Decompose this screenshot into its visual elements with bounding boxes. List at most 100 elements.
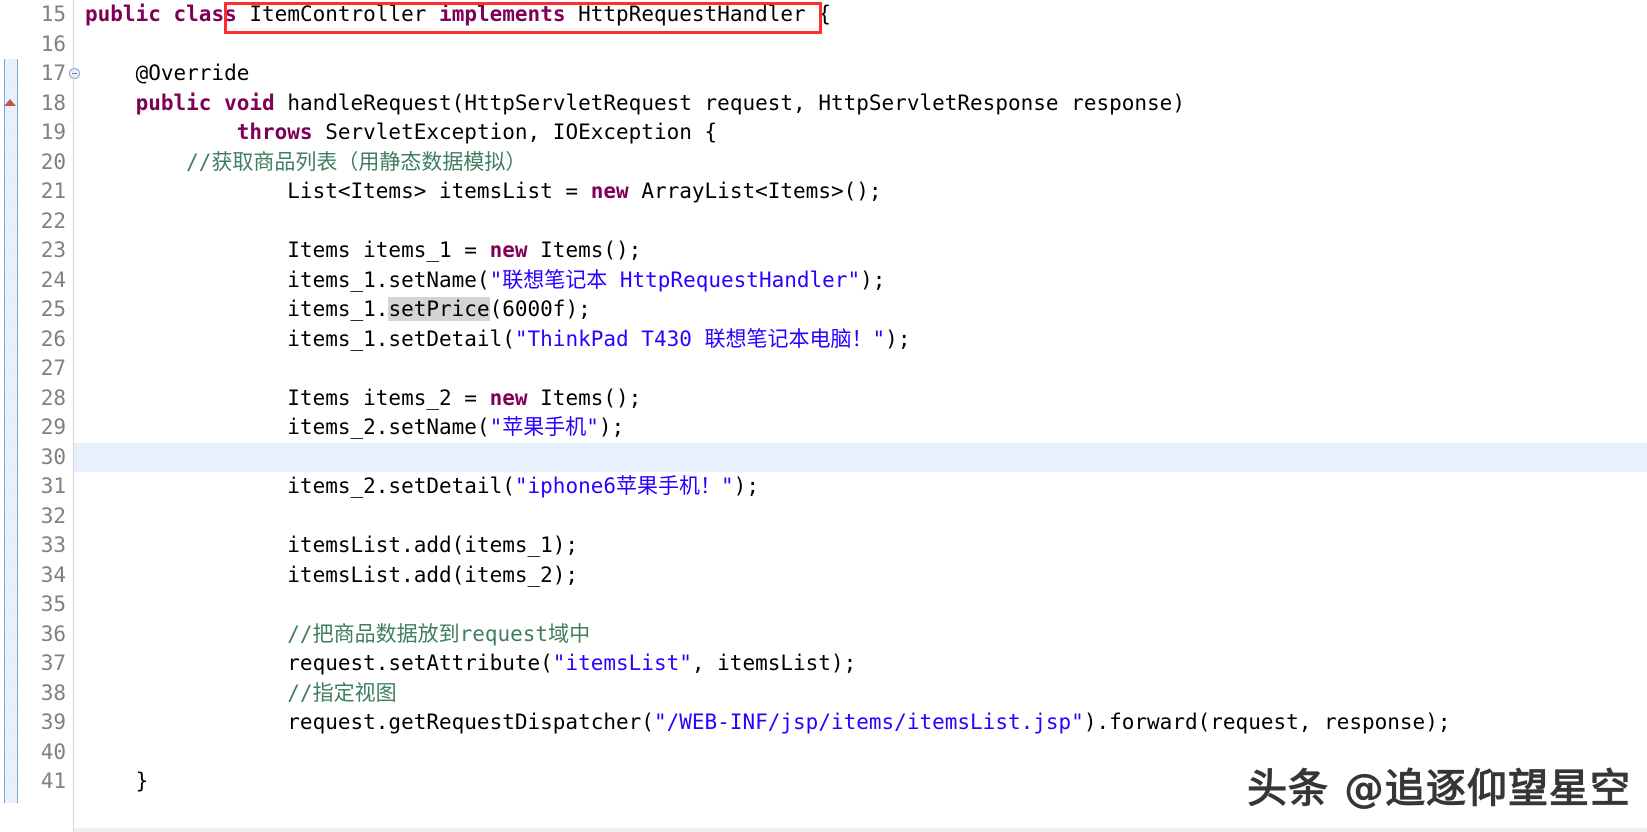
code-token: List<Items> itemsList =	[85, 179, 591, 203]
code-line[interactable]	[74, 590, 1647, 620]
line-number: 15	[40, 2, 66, 26]
line-number: 31	[40, 474, 66, 498]
line-number: 35	[40, 592, 66, 616]
code-token: Items();	[527, 238, 642, 262]
code-token: @Override	[85, 61, 250, 85]
code-token: "itemsList"	[552, 651, 692, 675]
line-number: 28	[40, 385, 66, 410]
line-number: 22	[40, 208, 66, 233]
code-token: class	[173, 2, 237, 26]
line-number: 34	[40, 562, 66, 587]
code-line[interactable]: public void handleRequest(HttpServletReq…	[74, 89, 1647, 119]
watermark-text: 头条 @追逐仰望星空	[1247, 766, 1631, 812]
code-token: , itemsList);	[691, 651, 857, 675]
code-token: items_2.setName(	[85, 415, 490, 439]
fold-region-bar[interactable]	[4, 59, 18, 803]
code-token: public	[135, 90, 212, 115]
code-token: handleRequest(HttpServletRequest request…	[274, 90, 1185, 115]
code-token: HttpRequestHandler {	[565, 2, 831, 26]
code-line[interactable]: request.getRequestDispatcher("/WEB-INF/j…	[74, 708, 1647, 738]
code-token: itemsList.add(items_2);	[85, 562, 579, 587]
code-token: "苹果手机"	[489, 415, 599, 439]
line-number: 21	[40, 179, 66, 203]
code-line[interactable]	[74, 207, 1647, 237]
code-content[interactable]: public class ItemController implements H…	[74, 0, 1647, 832]
code-token: setPrice	[388, 297, 490, 321]
code-line[interactable]: items_2.setDetail("iphone6苹果手机！");	[74, 472, 1647, 502]
code-line[interactable]: List<Items> itemsList = new ArrayList<It…	[74, 177, 1647, 207]
code-token: //把商品数据放到request域中	[85, 621, 591, 646]
line-number: 19	[40, 120, 66, 144]
code-token: items_1.setDetail(	[85, 326, 515, 351]
code-token: items_2.setDetail(	[85, 474, 515, 498]
code-line[interactable]: public class ItemController implements H…	[74, 0, 1647, 30]
code-token: request.getRequestDispatcher(	[85, 710, 654, 734]
line-number: 24	[40, 267, 66, 292]
code-line[interactable]: throws ServletException, IOException {	[74, 118, 1647, 148]
code-token: implements	[439, 2, 566, 26]
code-token: Items items_2 =	[85, 385, 490, 410]
code-token: );	[860, 267, 886, 292]
code-line[interactable]: items_1.setName("联想笔记本 HttpRequestHandle…	[74, 266, 1647, 296]
line-number: 25	[40, 297, 66, 321]
code-token: new	[489, 385, 528, 410]
code-line[interactable]	[74, 502, 1647, 532]
code-token: ArrayList<Items>();	[628, 179, 882, 203]
code-token: ServletException, IOException {	[312, 120, 718, 144]
code-token: ItemController	[249, 2, 440, 26]
override-marker-icon[interactable]	[4, 98, 16, 106]
horizontal-scrollbar[interactable]	[74, 828, 1647, 832]
code-token: throws	[236, 120, 313, 144]
code-token: (6000f);	[489, 297, 591, 321]
code-line[interactable]	[74, 354, 1647, 384]
line-number: 41	[40, 769, 66, 793]
code-line[interactable]: items_2.setName("苹果手机");	[74, 413, 1647, 443]
line-number: 17	[18, 59, 80, 89]
code-line[interactable]: //获取商品列表（用静态数据模拟）	[74, 148, 1647, 178]
code-token: );	[598, 415, 625, 439]
line-number: 37	[40, 651, 66, 675]
code-line[interactable]: Items items_1 = new Items();	[74, 236, 1647, 266]
code-token: items_1.setName(	[85, 267, 490, 292]
code-token: void	[224, 90, 275, 115]
code-line[interactable]: items_1.setPrice(6000f);	[74, 295, 1647, 325]
code-line[interactable]: //把商品数据放到request域中	[74, 620, 1647, 650]
line-number: 33	[40, 533, 66, 557]
code-line[interactable]: items_1.setDetail("ThinkPad T430 联想笔记本电脑…	[74, 325, 1647, 355]
line-number: 30	[40, 444, 66, 469]
code-line[interactable]: @Override	[74, 59, 1647, 89]
editor-gutter[interactable]: 15 16 17 18 19 20 21 22 23 24 25 26 27 28 29 30 31 32 33 34…	[0, 0, 80, 832]
line-number: 23	[40, 238, 66, 262]
code-line[interactable]: //指定视图	[74, 679, 1647, 709]
line-number: 40	[40, 739, 66, 764]
code-token: );	[885, 326, 911, 351]
code-token: //指定视图	[85, 680, 397, 705]
line-number: 39	[40, 710, 66, 734]
line-number: 38	[40, 680, 66, 705]
code-line[interactable]: itemsList.add(items_2);	[74, 561, 1647, 591]
code-token: "iphone6苹果手机！"	[514, 474, 734, 498]
line-number: 29	[40, 415, 66, 439]
code-token: Items();	[527, 385, 642, 410]
line-number: 18	[4, 89, 68, 119]
code-token: "联想笔记本 HttpRequestHandler"	[489, 267, 861, 292]
code-token: "ThinkPad T430 联想笔记本电脑！"	[514, 326, 886, 351]
code-token: new	[590, 179, 629, 203]
code-line[interactable]	[74, 30, 1647, 60]
code-token: public	[85, 2, 161, 26]
code-token: "/WEB-INF/jsp/items/itemsList.jsp"	[653, 710, 1084, 734]
fold-collapse-icon[interactable]	[69, 68, 80, 79]
code-line[interactable]: request.setAttribute("itemsList", itemsL…	[74, 649, 1647, 679]
code-token: ).forward(request, response);	[1083, 710, 1451, 734]
code-token: new	[489, 238, 528, 262]
code-token: request.setAttribute(	[85, 651, 553, 675]
line-number: 27	[40, 356, 66, 380]
code-line[interactable]: itemsList.add(items_1);	[74, 531, 1647, 561]
code-editor[interactable]: 15 16 17 18 19 20 21 22 23 24 25 26 27 28 29 30 31 32 33 34…	[0, 0, 1647, 832]
code-line[interactable]: Items items_2 = new Items();	[74, 384, 1647, 414]
